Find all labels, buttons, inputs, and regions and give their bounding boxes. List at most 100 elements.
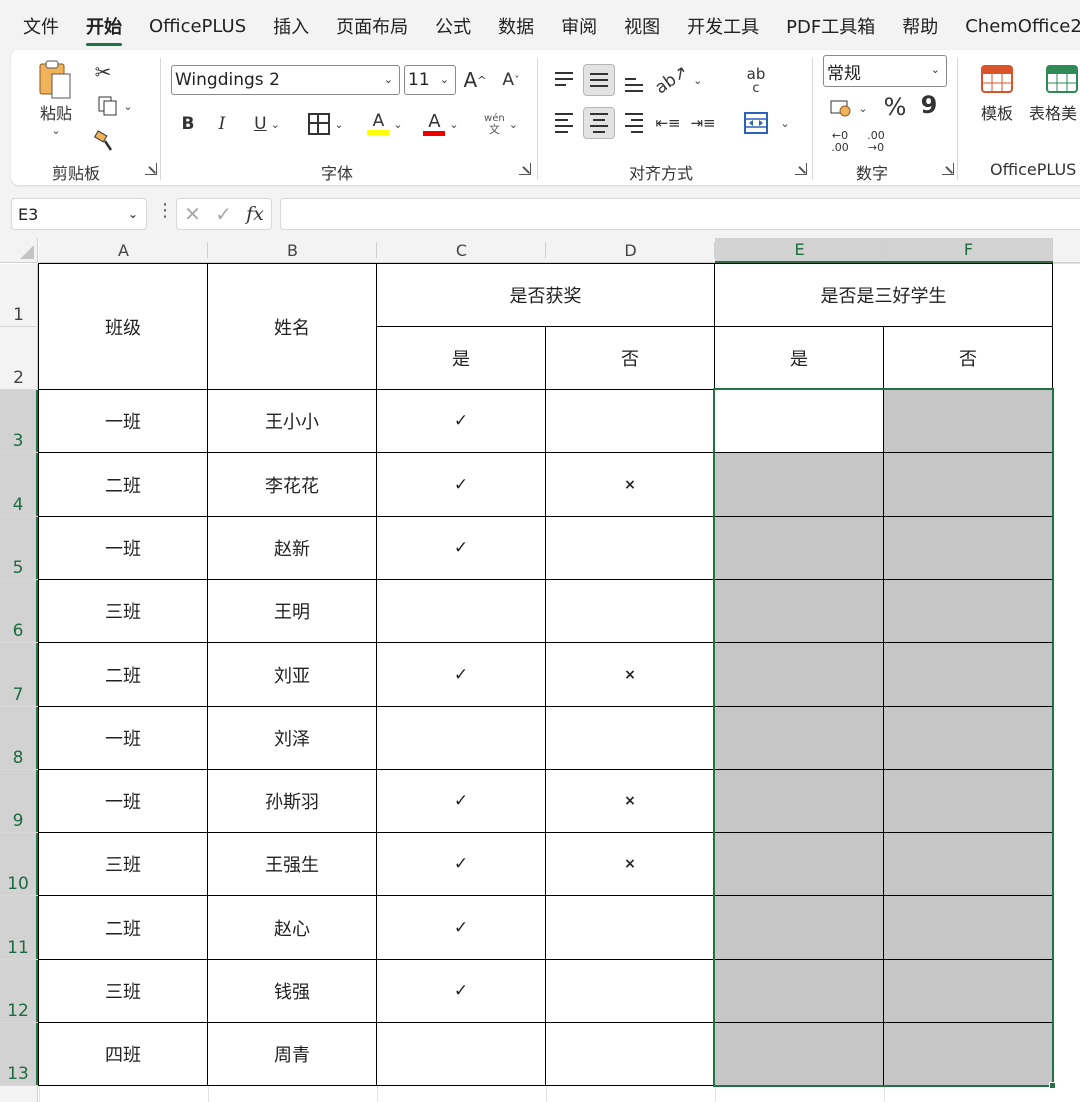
format-painter-button[interactable]	[91, 128, 117, 154]
underline-button[interactable]: U ⌄	[245, 110, 289, 138]
column-header-b[interactable]: B	[208, 238, 377, 263]
font-name-select[interactable]: Wingdings 2 ⌄	[171, 65, 400, 95]
cell-award-yes[interactable]: ✓	[377, 833, 545, 895]
cell-award-no[interactable]	[546, 896, 714, 959]
row-header-10[interactable]: 10	[0, 833, 38, 896]
merge-center-button[interactable]: ⌄	[739, 108, 795, 138]
select-all-button[interactable]	[0, 238, 38, 263]
decrease-indent-button[interactable]: ⇤≡	[655, 110, 680, 136]
cell-award-yes[interactable]	[377, 580, 545, 642]
tab-officeplus[interactable]: OfficePLUS	[149, 16, 246, 37]
row-header-9[interactable]: 9	[0, 770, 38, 833]
column-header-f[interactable]: F	[884, 238, 1053, 263]
cell-name[interactable]: 孙斯羽	[208, 770, 376, 832]
header-name[interactable]: 姓名	[208, 264, 376, 389]
wrap-text-button[interactable]: ab c	[741, 64, 771, 98]
tab-view[interactable]: 视图	[624, 13, 660, 39]
grow-font-button[interactable]: A ^	[461, 65, 489, 95]
cell-class[interactable]: 三班	[39, 833, 207, 895]
cell-award-yes[interactable]: ✓	[377, 770, 545, 832]
header-award[interactable]: 是否获奖	[377, 264, 714, 326]
align-middle-button[interactable]	[583, 64, 615, 96]
number-launcher-icon[interactable]	[942, 163, 954, 175]
header-award-no[interactable]: 否	[546, 327, 714, 389]
formula-input[interactable]	[280, 198, 1080, 230]
fill-handle[interactable]	[1049, 1082, 1056, 1089]
cell-class[interactable]: 一班	[39, 390, 207, 452]
cell-award-yes[interactable]: ✓	[377, 390, 545, 452]
cell-award-no[interactable]: ×	[546, 833, 714, 895]
header-three-good[interactable]: 是否是三好学生	[715, 264, 1052, 326]
cell-award-yes[interactable]: ✓	[377, 896, 545, 959]
font-size-select[interactable]: 11 ⌄	[404, 65, 456, 95]
cell-name[interactable]: 王明	[208, 580, 376, 642]
percent-button[interactable]: %	[881, 92, 909, 122]
header-class[interactable]: 班级	[39, 264, 207, 389]
cut-icon[interactable]: ✂	[91, 60, 115, 84]
header-good-no[interactable]: 否	[884, 327, 1052, 389]
row-header-3[interactable]: 3	[0, 390, 38, 453]
name-box[interactable]: E3 ⌄	[11, 198, 147, 230]
cell-name[interactable]: 李花花	[208, 453, 376, 516]
cell-award-no[interactable]	[546, 707, 714, 769]
cell-award-no[interactable]: ×	[546, 643, 714, 706]
cell-award-no[interactable]	[546, 580, 714, 642]
font-launcher-icon[interactable]	[519, 163, 531, 175]
cell-class[interactable]: 三班	[39, 580, 207, 642]
row-header-14[interactable]	[0, 1086, 38, 1102]
row-header-6[interactable]: 6	[0, 580, 38, 643]
cell-class[interactable]: 二班	[39, 896, 207, 959]
cell-name[interactable]: 钱强	[208, 960, 376, 1022]
tab-chemoffice[interactable]: ChemOffice22	[965, 16, 1080, 37]
cell-award-no[interactable]	[546, 960, 714, 1022]
tab-file[interactable]: 文件	[23, 13, 59, 39]
align-bottom-button[interactable]	[623, 72, 645, 98]
tab-page-layout[interactable]: 页面布局	[336, 13, 408, 39]
table-style-button[interactable]: 表格美	[1025, 62, 1080, 126]
cell-award-yes[interactable]: ✓	[377, 517, 545, 579]
row-header-8[interactable]: 8	[0, 707, 38, 770]
cell-award-no[interactable]	[546, 390, 714, 452]
phonetic-button[interactable]: wén 文 ⌄	[477, 108, 525, 140]
insert-function-button[interactable]: fx	[246, 203, 264, 225]
cell-class[interactable]: 一班	[39, 707, 207, 769]
cell-award-yes[interactable]: ✓	[377, 960, 545, 1022]
clipboard-launcher-icon[interactable]	[145, 163, 157, 175]
cell-name[interactable]: 赵新	[208, 517, 376, 579]
cell-class[interactable]: 二班	[39, 643, 207, 706]
cell-award-yes[interactable]: ✓	[377, 643, 545, 706]
column-header-e[interactable]: E	[715, 238, 884, 263]
cell-name[interactable]: 王小小	[208, 390, 376, 452]
copy-button[interactable]: ⌄	[91, 94, 139, 118]
shrink-font-button[interactable]: Aˇ	[497, 65, 525, 95]
cell-award-yes[interactable]	[377, 1023, 545, 1085]
cell-class[interactable]: 一班	[39, 770, 207, 832]
tab-home[interactable]: 开始	[86, 13, 122, 46]
cell-class[interactable]: 四班	[39, 1023, 207, 1085]
number-format-select[interactable]: 常规 ⌄	[823, 55, 947, 87]
align-top-button[interactable]	[553, 66, 575, 92]
alignment-launcher-icon[interactable]	[795, 163, 807, 175]
more-options-icon[interactable]: ⋮	[156, 200, 174, 221]
row-header-5[interactable]: 5	[0, 517, 38, 580]
align-center-button[interactable]	[583, 107, 615, 139]
orientation-button[interactable]: ab↗ ⌄	[651, 62, 702, 99]
cell-class[interactable]: 二班	[39, 453, 207, 516]
cell-award-yes[interactable]	[377, 707, 545, 769]
cell-name[interactable]: 赵心	[208, 896, 376, 959]
header-good-yes[interactable]: 是	[715, 327, 883, 389]
tab-help[interactable]: 帮助	[902, 13, 938, 39]
row-header-7[interactable]: 7	[0, 643, 38, 707]
tab-review[interactable]: 审阅	[561, 13, 597, 39]
increase-decimal-button[interactable]: ←0.00	[827, 128, 853, 156]
tab-insert[interactable]: 插入	[273, 13, 309, 39]
column-header-g[interactable]	[1053, 238, 1080, 263]
row-header-11[interactable]: 11	[0, 896, 38, 960]
row-header-12[interactable]: 12	[0, 960, 38, 1023]
tab-data[interactable]: 数据	[498, 13, 534, 39]
increase-indent-button[interactable]: ⇥≡	[690, 110, 715, 136]
cell-award-no[interactable]	[546, 1023, 714, 1085]
row-header-1[interactable]: 1	[0, 264, 38, 327]
row-header-4[interactable]: 4	[0, 453, 38, 517]
row-header-2[interactable]: 2	[0, 327, 38, 390]
